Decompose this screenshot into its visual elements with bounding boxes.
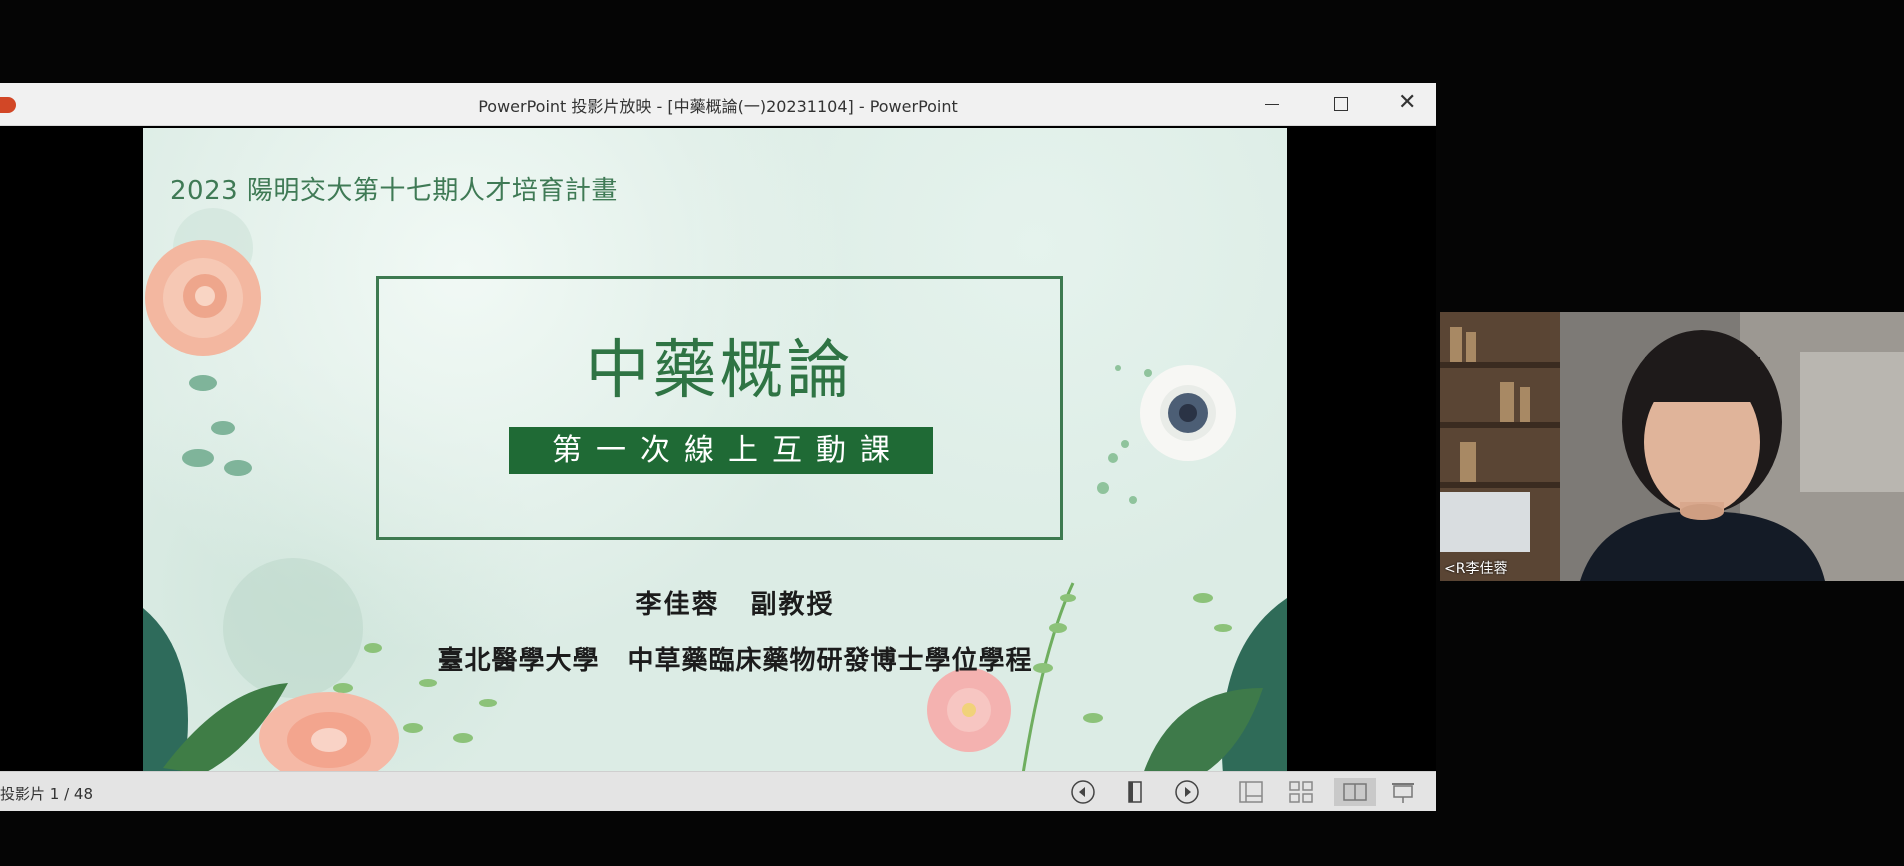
slide-counter: 投影片 1 / 48 (0, 785, 93, 803)
next-slide-icon (1175, 780, 1199, 804)
presenter-name: 李佳蓉 副教授 (635, 590, 835, 620)
slide-canvas[interactable]: 2023 陽明交大第十七期人才培育計畫 中藥概論 第一次線上互動課 李佳蓉 副教… (143, 128, 1287, 774)
notes-icon (1128, 781, 1142, 803)
slide-sorter-icon (1289, 781, 1313, 803)
reading-view-button[interactable] (1334, 778, 1376, 806)
participant-name: <R李佳蓉 (1444, 561, 1508, 577)
webcam-image (1440, 312, 1904, 581)
slide-subtitle: 第一次線上互動課 (509, 427, 933, 474)
rose-illustration (145, 240, 261, 356)
notes-button[interactable] (1120, 778, 1150, 806)
previous-slide-button[interactable] (1068, 778, 1098, 806)
minimize-button[interactable] (1243, 83, 1301, 125)
title-frame: 中藥概論 第一次線上互動課 (376, 276, 1063, 540)
presenter-affiliation: 臺北醫學大學 中草藥臨床藥物研發博士學位學程 (437, 646, 1033, 676)
normal-view-icon (1239, 781, 1263, 803)
close-icon: ✕ (1398, 90, 1417, 115)
slide-title: 中藥概論 (585, 334, 854, 408)
previous-slide-icon (1071, 780, 1095, 804)
normal-view-button[interactable] (1236, 778, 1266, 806)
window-title: PowerPoint 投影片放映 - [中藥概論(一)20231104] - P… (478, 97, 958, 116)
pink-flower-illustration (927, 668, 1011, 752)
close-button[interactable]: ✕ (1381, 83, 1439, 125)
slide-sorter-button[interactable] (1286, 778, 1316, 806)
slideshow-button[interactable] (1388, 778, 1418, 806)
anemone-illustration (1140, 365, 1236, 461)
maximize-button[interactable] (1312, 83, 1370, 125)
slideshow-icon (1392, 783, 1414, 803)
slide-header: 2023 陽明交大第十七期人才培育計畫 (170, 176, 618, 206)
peony-illustration (259, 692, 399, 774)
participant-video[interactable]: <R李佳蓉 (1440, 312, 1904, 581)
next-slide-button[interactable] (1172, 778, 1202, 806)
reading-view-icon (1343, 783, 1367, 801)
title-bar[interactable]: PowerPoint 投影片放映 - [中藥概論(一)20231104] - P… (0, 83, 1436, 126)
powerpoint-window: PowerPoint 投影片放映 - [中藥概論(一)20231104] - P… (0, 83, 1436, 811)
status-bar: 投影片 1 / 48 (0, 771, 1436, 811)
maximize-icon (1334, 97, 1348, 111)
minimize-icon (1265, 104, 1279, 105)
